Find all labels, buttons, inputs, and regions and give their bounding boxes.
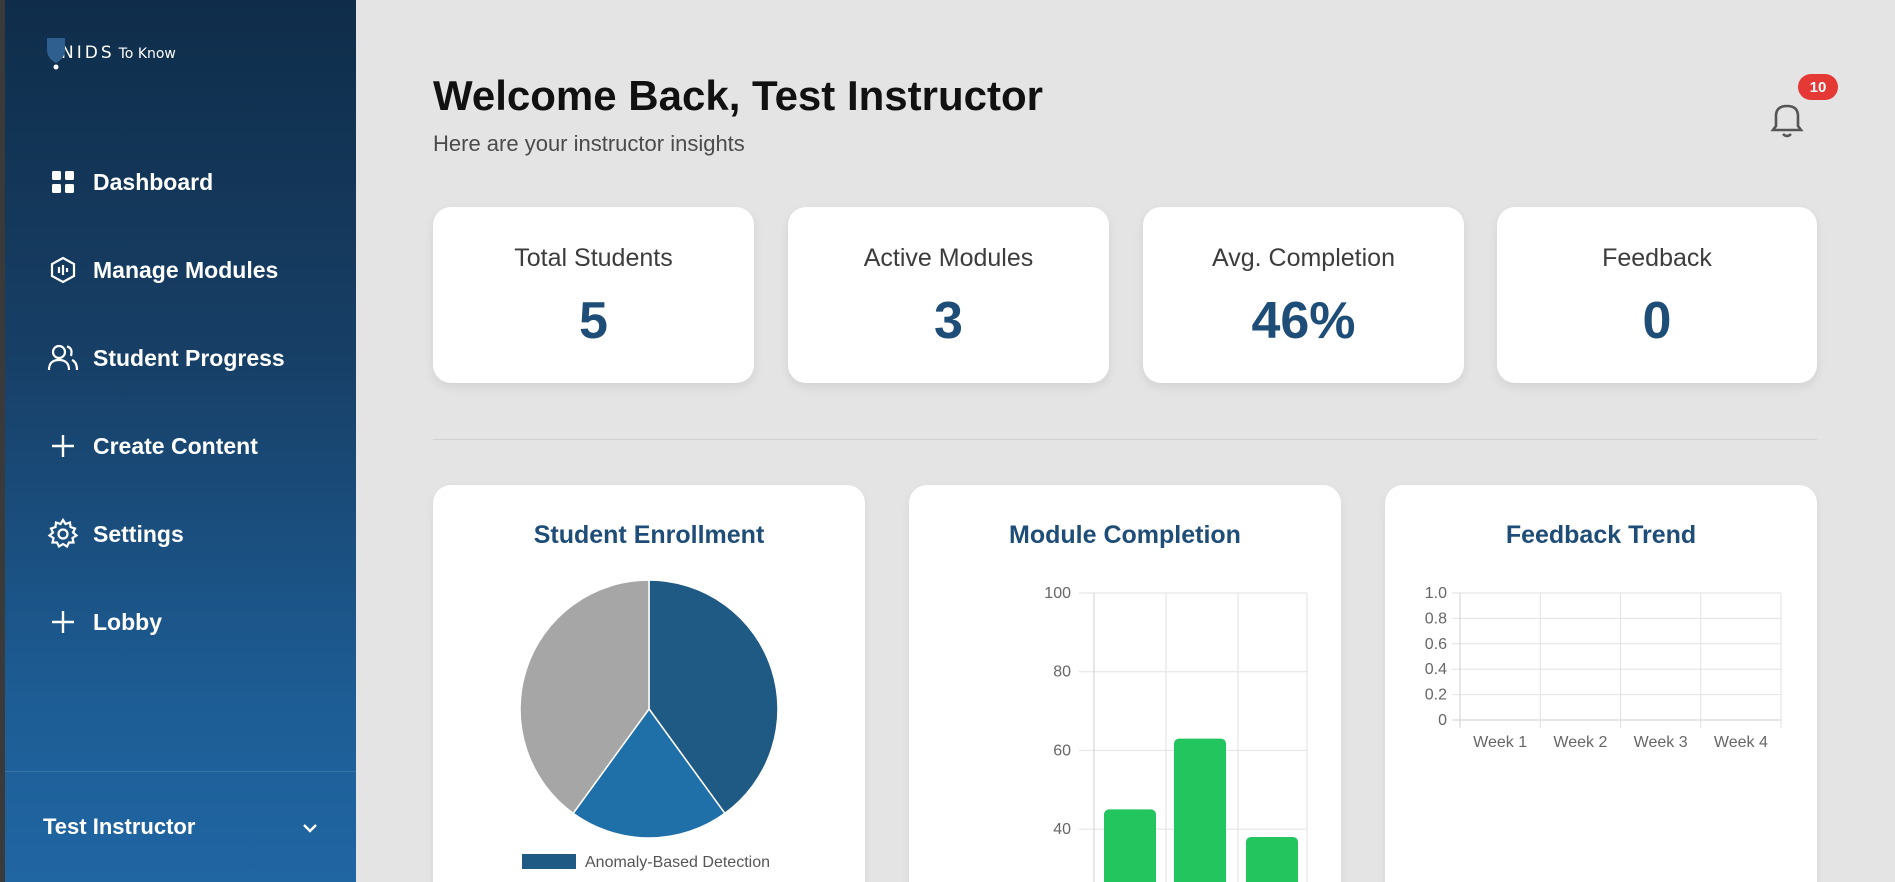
sidebar-item-label: Dashboard <box>93 168 214 195</box>
users-icon <box>43 338 83 378</box>
y-tick-label: 0 <box>1438 712 1447 729</box>
logo-brand: NIDS <box>61 43 115 63</box>
y-tick-label: 80 <box>1053 664 1071 681</box>
bar[interactable] <box>1246 836 1298 882</box>
y-tick-label: 0.2 <box>1425 687 1447 704</box>
stat-value: 3 <box>934 292 963 350</box>
module-icon <box>43 250 83 290</box>
bar[interactable] <box>1104 809 1156 882</box>
stat-value: 5 <box>579 292 608 350</box>
app: NIDS To Know Dashboard Manage Modules St… <box>0 0 1895 882</box>
stat-card-avg-completion: Avg. Completion 46% <box>1143 207 1464 383</box>
x-tick-label: Week 1 <box>1473 734 1527 751</box>
main-content: Welcome Back, Test Instructor Here are y… <box>356 0 1895 882</box>
stat-label: Total Students <box>514 244 673 272</box>
stat-card-feedback: Feedback 0 <box>1497 207 1817 383</box>
x-tick-label: Week 3 <box>1634 734 1688 751</box>
gear-icon <box>43 514 83 554</box>
stat-card-active-modules: Active Modules 3 <box>788 207 1109 383</box>
sidebar-item-label: Create Content <box>93 432 258 459</box>
sidebar-nav: Dashboard Manage Modules Student Progres… <box>43 138 285 666</box>
legend-swatch[interactable] <box>522 854 576 869</box>
sidebar-item-student-progress[interactable]: Student Progress <box>43 314 285 402</box>
sidebar-item-dashboard[interactable]: Dashboard <box>43 138 285 226</box>
sidebar-item-create-content[interactable]: Create Content <box>43 402 285 490</box>
bar[interactable] <box>1174 738 1226 882</box>
sidebar: NIDS To Know Dashboard Manage Modules St… <box>0 0 356 882</box>
chart-card-student-enrollment: Student Enrollment Anomaly-Based Detecti… <box>433 485 865 882</box>
plus-icon <box>43 426 83 466</box>
sidebar-item-lobby[interactable]: Lobby <box>43 578 285 666</box>
sidebar-item-manage-modules[interactable]: Manage Modules <box>43 226 285 314</box>
logo[interactable]: NIDS To Know <box>43 36 176 70</box>
grid-icon <box>43 162 83 202</box>
page-subtitle: Here are your instructor insights <box>433 131 745 156</box>
stat-label: Feedback <box>1602 244 1712 272</box>
shield-logo-icon <box>43 36 69 70</box>
y-tick-label: 1.0 <box>1425 585 1447 602</box>
y-tick-label: 100 <box>1044 585 1071 602</box>
y-tick-label: 0.6 <box>1425 636 1447 653</box>
logo-text: NIDS To Know <box>61 43 176 63</box>
bell-icon[interactable] <box>1764 96 1810 142</box>
y-tick-label: 40 <box>1053 821 1071 838</box>
plus-icon <box>43 602 83 642</box>
sidebar-item-settings[interactable]: Settings <box>43 490 285 578</box>
sidebar-item-label: Manage Modules <box>93 256 279 283</box>
stat-value: 46% <box>1251 292 1356 350</box>
stat-value: 0 <box>1642 292 1672 350</box>
chart-card-module-completion: Module Completion 100 80 60 40 <box>909 485 1341 882</box>
chart-card-feedback-trend: Feedback Trend 1.0 0.8 0.6 0.4 0.2 0 Week 1 Wee… <box>1385 485 1817 882</box>
legend-label[interactable]: Anomaly-Based Detection <box>585 854 770 871</box>
sidebar-item-label: Student Progress <box>93 344 285 371</box>
y-tick-label: 0.4 <box>1425 661 1447 678</box>
page-title: Welcome Back, Test Instructor <box>433 72 1043 119</box>
pie-chart: Anomaly-Based Detection <box>519 579 779 871</box>
line-chart: 1.0 0.8 0.6 0.4 0.2 0 Week 1 Week 2 Week 3 Week 4 <box>1425 585 1782 751</box>
sidebar-item-label: Lobby <box>93 608 162 635</box>
stat-label: Avg. Completion <box>1212 244 1395 272</box>
x-tick-label: Week 2 <box>1553 734 1607 751</box>
y-tick-label: 0.8 <box>1425 610 1447 627</box>
stat-label: Active Modules <box>863 244 1034 272</box>
section-divider <box>433 439 1817 440</box>
logo-tagline: To Know <box>118 46 176 62</box>
bar-chart: 100 80 60 40 <box>1044 585 1308 882</box>
x-tick-label: Week 4 <box>1714 734 1768 751</box>
user-name: Test Instructor <box>43 814 196 839</box>
y-tick-label: 60 <box>1053 742 1071 759</box>
stat-card-total-students: Total Students 5 <box>433 207 754 383</box>
chevron-down-icon[interactable] <box>302 818 318 837</box>
user-menu[interactable]: Test Instructor <box>5 771 356 882</box>
notification-badge: 10 <box>1798 74 1838 100</box>
sidebar-item-label: Settings <box>93 520 184 547</box>
